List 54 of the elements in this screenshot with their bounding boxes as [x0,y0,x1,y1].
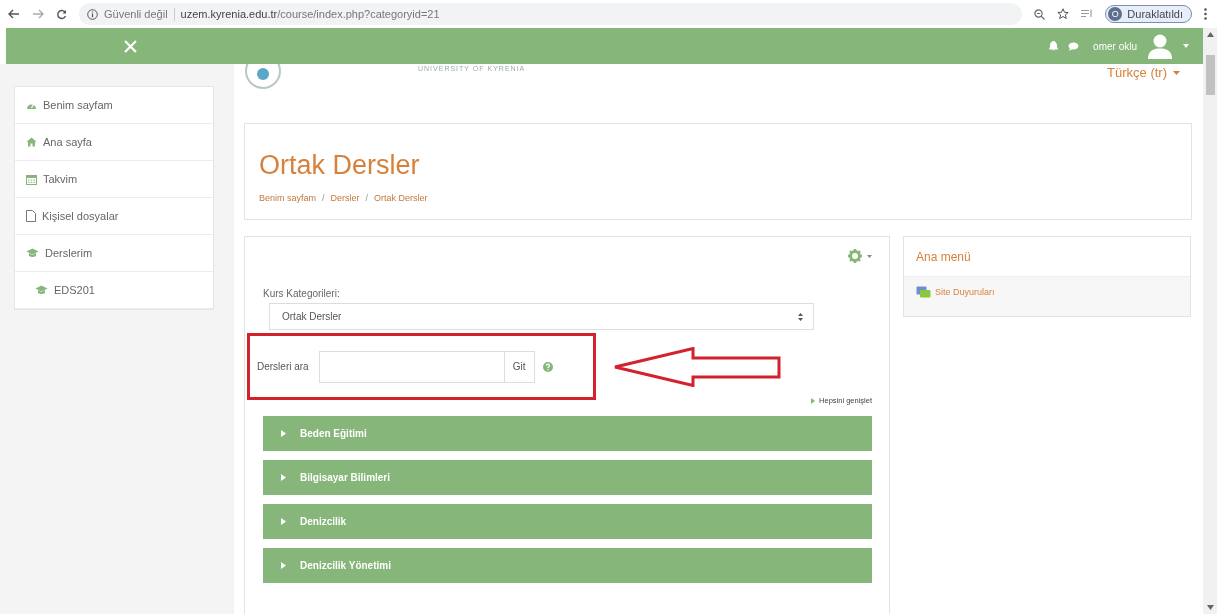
scroll-down-icon[interactable] [1206,605,1214,610]
forum-icon [916,286,931,298]
sort-arrows-icon [798,312,803,321]
sidebar-item[interactable]: Kişisel dosyalar [15,198,213,235]
calendar-icon [26,173,37,185]
caret-right-icon [281,430,286,437]
star-icon[interactable] [1057,8,1070,20]
breadcrumb-link[interactable]: Ortak Dersler [374,193,428,203]
settings-icon[interactable] [848,249,862,263]
graduation-cap-icon [35,285,48,295]
breadcrumb-link[interactable]: Benim sayfam [259,193,317,203]
caret-icon[interactable] [867,254,872,258]
close-icon[interactable] [124,39,137,53]
scrollbar-thumb[interactable] [1205,55,1215,95]
search-label: Dersleri ara [257,361,309,372]
go-button[interactable]: Git [503,350,535,383]
breadcrumb-link[interactable]: Dersler [330,193,360,203]
menu-icon[interactable] [1204,8,1207,20]
language-menu[interactable]: Türkçe (tr) [1107,65,1180,80]
graduation-cap-icon [26,248,39,258]
sidebar-item[interactable]: Takvim [15,161,213,198]
back-icon[interactable] [8,9,20,19]
category-select[interactable]: Ortak Dersler [269,303,814,330]
page-title: Ortak Dersler [259,150,421,181]
caret-icon[interactable] [1183,44,1189,48]
search-field[interactable] [318,350,505,383]
address-bar[interactable]: Güvenli değil uzem.kyrenia.edu.tr/course/index.php?categoryid=21 [79,3,1023,25]
url-text: uzem.kyrenia.edu.tr/course/index.php?categoryid=21 [180,8,440,20]
breadcrumb-separator: / [365,193,369,203]
security-warning: Güvenli değil [104,8,168,20]
chat-icon[interactable] [1068,41,1080,51]
scroll-up-icon[interactable] [1206,32,1214,37]
reading-list-icon[interactable] [1081,9,1094,19]
sidebar-item[interactable]: Benim sayfam [15,87,213,124]
help-icon[interactable] [542,361,553,372]
caret-right-icon [281,518,286,525]
sidebar-item[interactable]: EDS201 [15,272,213,309]
zoom-icon[interactable] [1034,8,1046,20]
caret-right-icon [281,562,286,569]
field-label: Kurs Kategorileri: [263,288,341,299]
caret-icon[interactable] [1173,70,1180,75]
file-icon [26,210,36,222]
info-icon [87,8,98,20]
bell-icon[interactable] [1049,41,1059,51]
caret-right-icon [281,474,286,481]
sidebar-item[interactable]: Derslerim [15,235,213,272]
sidebar-item[interactable]: Ana sayfa [15,124,213,161]
reload-icon[interactable] [56,8,67,20]
forward-icon[interactable] [32,9,44,19]
avatar-icon[interactable] [1147,33,1173,59]
caret-right-icon [811,397,816,404]
home-icon [26,137,37,147]
profile-button[interactable]: O Duraklatıldı [1105,5,1192,23]
breadcrumb-separator: / [322,193,325,203]
